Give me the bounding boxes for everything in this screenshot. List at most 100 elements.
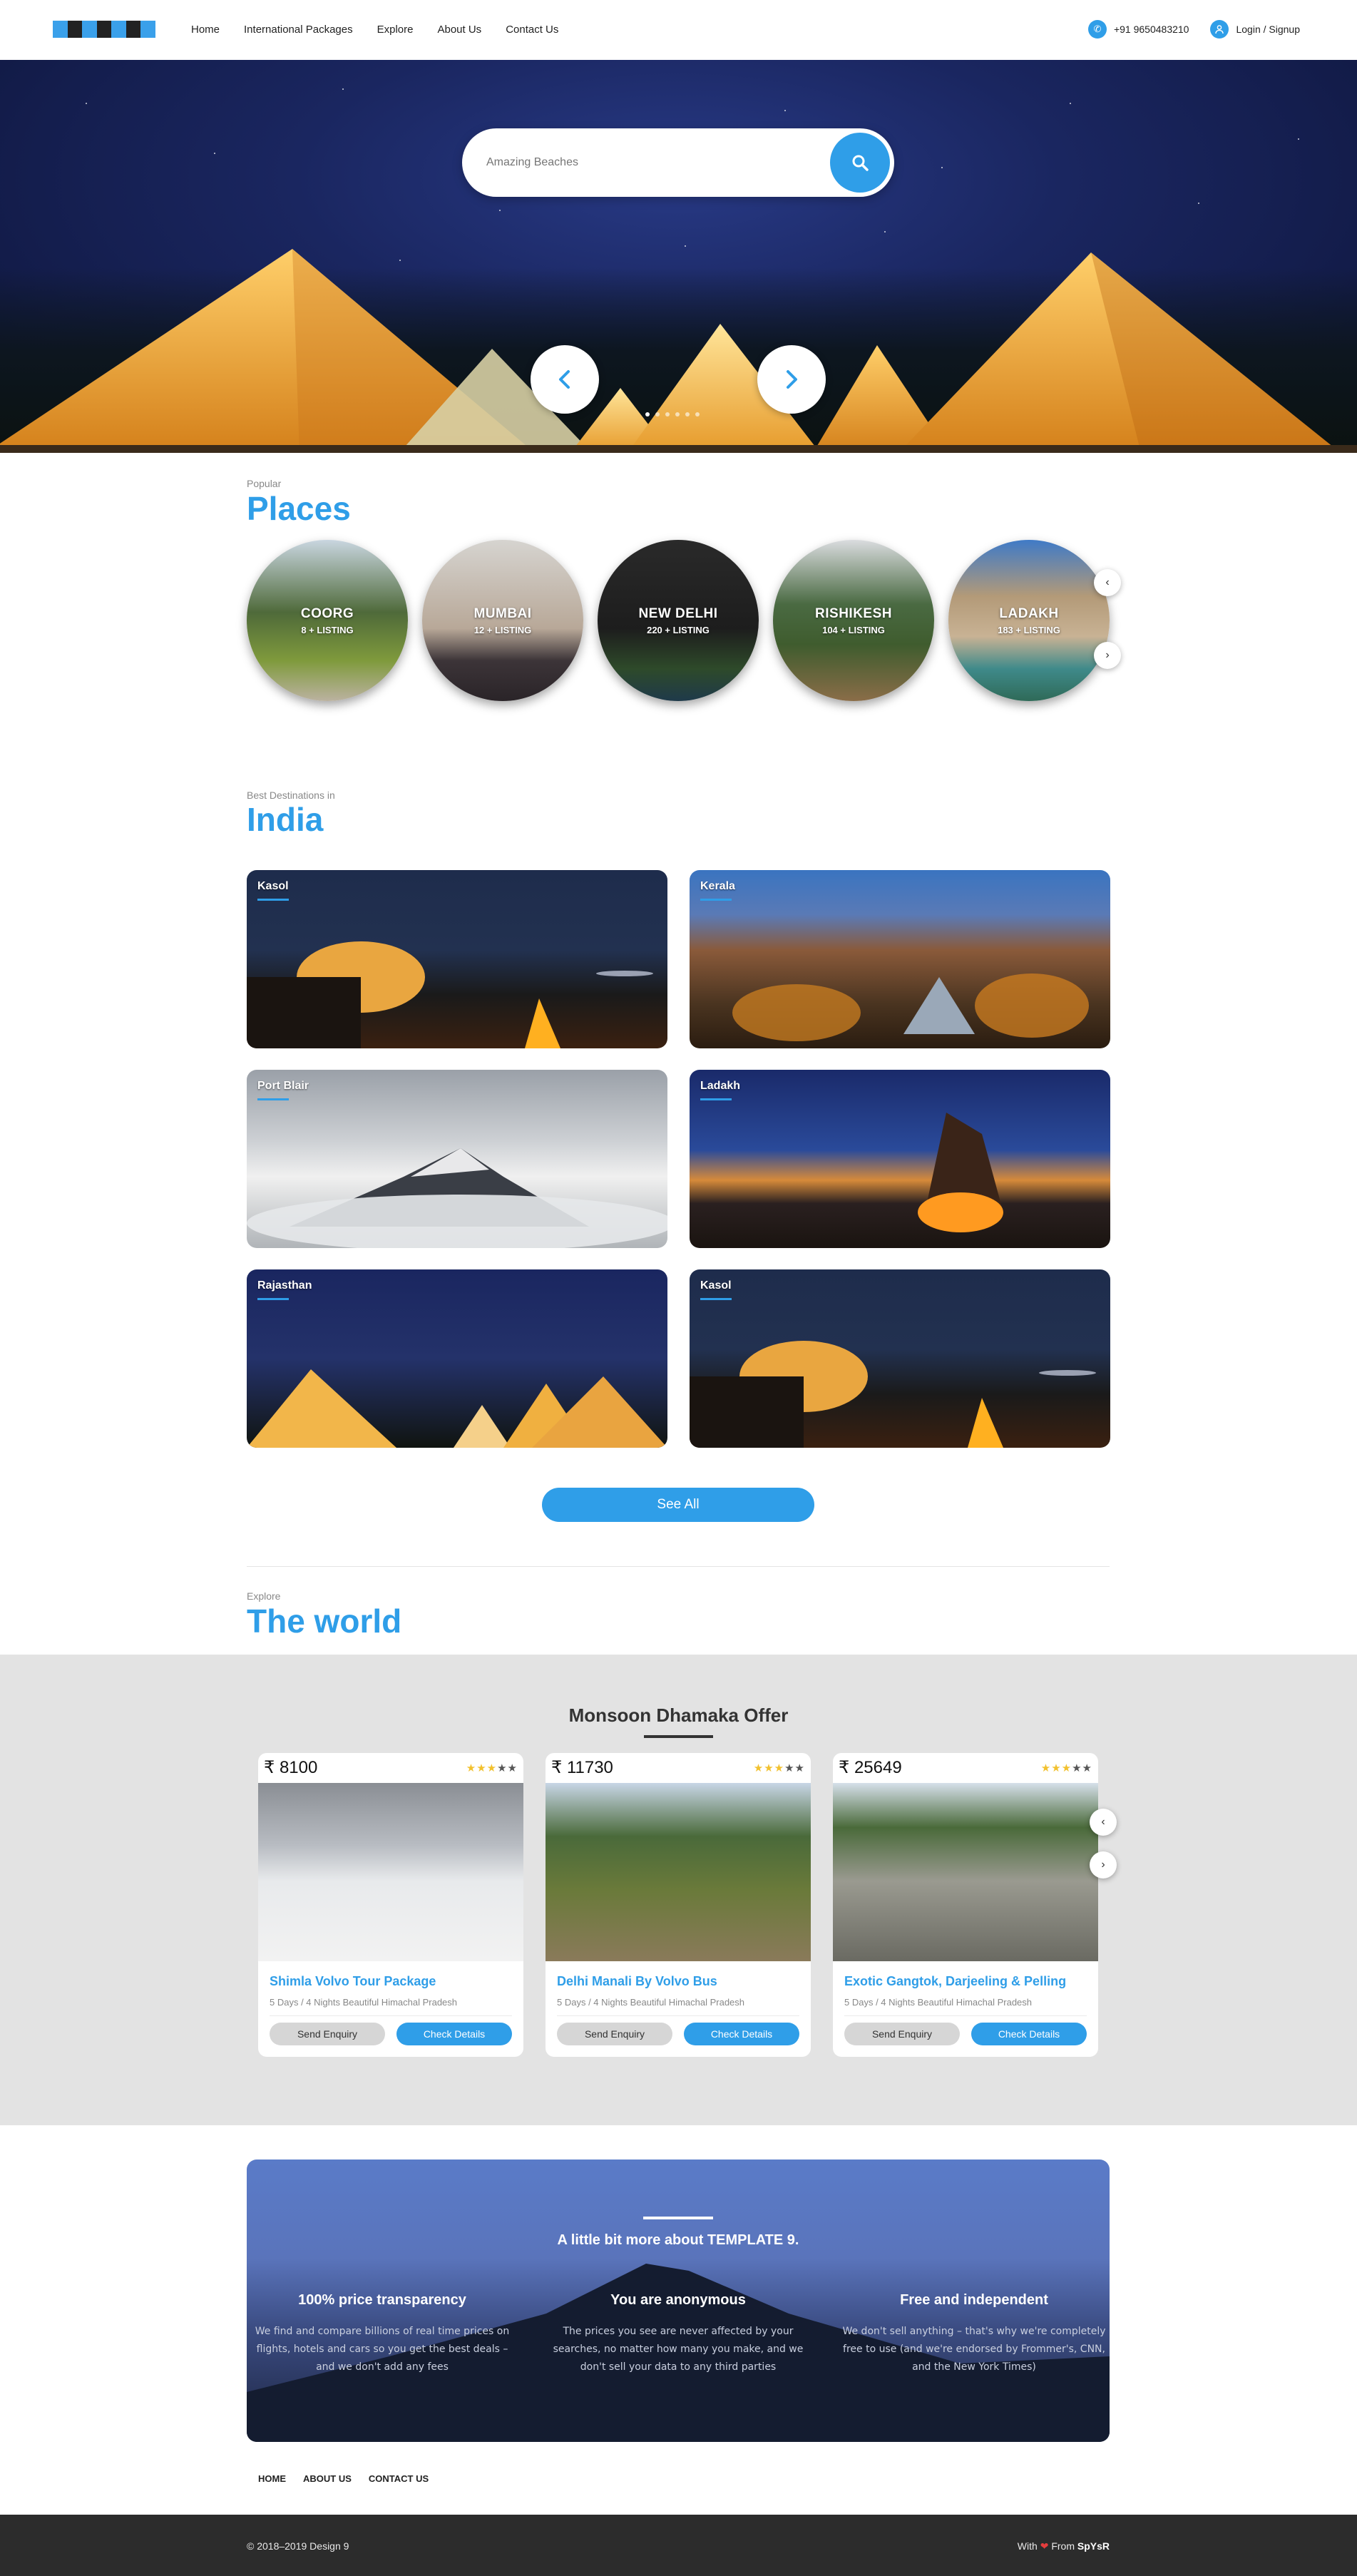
place-card-ladakh[interactable]: LADAKH 183 + LISTING bbox=[948, 540, 1110, 701]
about-title-line bbox=[643, 2217, 713, 2219]
section-divider bbox=[247, 1566, 1110, 1567]
rating-stars: ★★★★★ bbox=[753, 1762, 805, 1774]
about-banner: A little bit more about TEMPLATE 9. 100%… bbox=[247, 2160, 1110, 2442]
destination-card-kerala[interactable]: Kerala bbox=[690, 870, 1110, 1048]
offer-title[interactable]: Shimla Volvo Tour Package bbox=[270, 1974, 436, 1989]
about-text: We don't sell anything – that's why we'r… bbox=[842, 2326, 1106, 2373]
offers-next-button[interactable]: › bbox=[1090, 1851, 1117, 1879]
copyright: © 2018–2019 Design 9 bbox=[247, 2540, 349, 2552]
tent-canyon-image bbox=[732, 973, 1089, 1041]
about-heading: You are anonymous bbox=[610, 2292, 746, 2308]
rating-stars: ★★★★★ bbox=[1040, 1762, 1092, 1774]
send-enquiry-button[interactable]: Send Enquiry bbox=[844, 2023, 960, 2045]
destination-card-kasol[interactable]: Kasol bbox=[247, 870, 667, 1048]
send-enquiry-button[interactable]: Send Enquiry bbox=[557, 2023, 672, 2045]
hero-prev-button[interactable] bbox=[531, 345, 599, 414]
place-card-coorg[interactable]: COORG 8 + LISTING bbox=[247, 540, 408, 701]
card-underline bbox=[700, 899, 732, 901]
offer-card: ₹ 8100 ★★★★★ Shimla Volvo Tour Package 5… bbox=[258, 1753, 523, 2057]
heart-icon: ❤ bbox=[1040, 2540, 1049, 2552]
destination-card-ladakh[interactable]: Ladakh bbox=[690, 1070, 1110, 1248]
places-prev-button[interactable]: ‹ bbox=[1094, 569, 1121, 596]
top-navigation-bar: Home International Packages Explore Abou… bbox=[0, 0, 1357, 60]
footer-contact-link[interactable]: CONTACT US bbox=[369, 2473, 429, 2484]
offers-title-underline bbox=[644, 1735, 713, 1738]
places-title: Places bbox=[247, 490, 351, 527]
hero-next-button[interactable] bbox=[757, 345, 826, 414]
brand-name[interactable]: SpYsR bbox=[1077, 2540, 1110, 2552]
slider-dot[interactable] bbox=[675, 412, 680, 416]
phone-link[interactable]: ✆ +91 9650483210 bbox=[1087, 20, 1189, 39]
chevron-left-icon bbox=[559, 370, 570, 389]
offer-card: ₹ 11730 ★★★★★ Delhi Manali By Volvo Bus … bbox=[546, 1753, 811, 2057]
offers-title: Monsoon Dhamaka Offer bbox=[568, 1704, 789, 1726]
card-label: Port Blair bbox=[257, 1080, 309, 1092]
search-input[interactable] bbox=[486, 150, 814, 175]
place-card-rishikesh[interactable]: RISHIKESH 104 + LISTING bbox=[773, 540, 934, 701]
slider-dot[interactable] bbox=[645, 412, 650, 416]
chevron-left-icon: ‹ bbox=[1101, 1816, 1105, 1828]
send-enquiry-button[interactable]: Send Enquiry bbox=[270, 2023, 385, 2045]
offer-title[interactable]: Exotic Gangtok, Darjeeling & Pelling bbox=[844, 1974, 1066, 1989]
offers-prev-button[interactable]: ‹ bbox=[1090, 1809, 1117, 1836]
snowy-mountain-image bbox=[247, 1148, 667, 1248]
search-button[interactable] bbox=[830, 133, 890, 193]
login-label: Login / Signup bbox=[1236, 24, 1300, 35]
card-underline bbox=[257, 899, 289, 901]
card-underline bbox=[257, 1098, 289, 1100]
places-next-button[interactable]: › bbox=[1094, 642, 1121, 669]
slider-dot[interactable] bbox=[655, 412, 660, 416]
place-name: LADAKH bbox=[999, 605, 1059, 621]
check-details-button[interactable]: Check Details bbox=[684, 2023, 799, 2045]
about-text: We find and compare billions of real tim… bbox=[255, 2326, 510, 2373]
card-label: Kasol bbox=[700, 1279, 732, 1292]
about-heading: 100% price transparency bbox=[298, 2292, 466, 2308]
nav-explore[interactable]: Explore bbox=[377, 24, 414, 36]
card-underline bbox=[257, 1298, 289, 1300]
nav-contact-us[interactable]: Contact Us bbox=[506, 24, 558, 36]
about-title: A little bit more about TEMPLATE 9. bbox=[557, 2232, 799, 2248]
rating-stars: ★★★★★ bbox=[466, 1762, 518, 1774]
see-all-button[interactable]: See All bbox=[542, 1488, 814, 1522]
place-count: 220 + LISTING bbox=[647, 624, 710, 635]
offer-photo-gangtok bbox=[833, 1783, 1098, 1961]
main-nav: Home International Packages Explore Abou… bbox=[191, 24, 583, 36]
tent-campfire-image bbox=[247, 941, 653, 1048]
places-eyebrow: Popular bbox=[247, 478, 282, 489]
with-label: With bbox=[1017, 2540, 1038, 2552]
destination-card-rajasthan[interactable]: Rajasthan bbox=[247, 1269, 667, 1448]
bonfire-beach-image bbox=[918, 1113, 1003, 1232]
destination-card-kasol-2[interactable]: Kasol bbox=[690, 1269, 1110, 1448]
check-details-button[interactable]: Check Details bbox=[396, 2023, 512, 2045]
place-card-mumbai[interactable]: MUMBAI 12 + LISTING bbox=[422, 540, 583, 701]
offer-separator bbox=[557, 2015, 799, 2016]
about-heading: Free and independent bbox=[900, 2292, 1048, 2308]
slider-dot[interactable] bbox=[665, 412, 670, 416]
destination-card-port-blair[interactable]: Port Blair bbox=[247, 1070, 667, 1248]
footer-home-link[interactable]: HOME bbox=[258, 2473, 286, 2484]
nav-about-us[interactable]: About Us bbox=[437, 24, 481, 36]
hero-slider bbox=[0, 60, 1357, 453]
slider-dot[interactable] bbox=[695, 412, 700, 416]
nav-international-packages[interactable]: International Packages bbox=[244, 24, 353, 36]
place-card-new-delhi[interactable]: NEW DELHI 220 + LISTING bbox=[598, 540, 759, 701]
footer-bar: © 2018–2019 Design 9 With ❤ From SpYsR bbox=[0, 2515, 1357, 2576]
offer-description: 5 Days / 4 Nights Beautiful Himachal Pra… bbox=[557, 1997, 745, 2008]
site-logo[interactable] bbox=[53, 21, 156, 38]
check-details-button[interactable]: Check Details bbox=[971, 2023, 1087, 2045]
glamping-tents-image bbox=[247, 1369, 667, 1448]
place-name: NEW DELHI bbox=[638, 605, 718, 621]
chevron-left-icon: ‹ bbox=[1105, 576, 1110, 588]
nav-home[interactable]: Home bbox=[191, 24, 220, 36]
login-signup-link[interactable]: Login / Signup bbox=[1210, 20, 1300, 39]
offer-photo-shimla bbox=[258, 1783, 523, 1961]
offer-card: ₹ 25649 ★★★★★ Exotic Gangtok, Darjeeling… bbox=[833, 1753, 1098, 2057]
card-underline bbox=[700, 1298, 732, 1300]
tent-campfire-image bbox=[690, 1341, 1096, 1448]
offer-title[interactable]: Delhi Manali By Volvo Bus bbox=[557, 1974, 717, 1989]
place-name: COORG bbox=[300, 605, 354, 621]
footer-about-link[interactable]: ABOUT US bbox=[303, 2473, 352, 2484]
place-name: RISHIKESH bbox=[815, 605, 892, 621]
offer-separator bbox=[270, 2015, 512, 2016]
slider-dot[interactable] bbox=[685, 412, 690, 416]
